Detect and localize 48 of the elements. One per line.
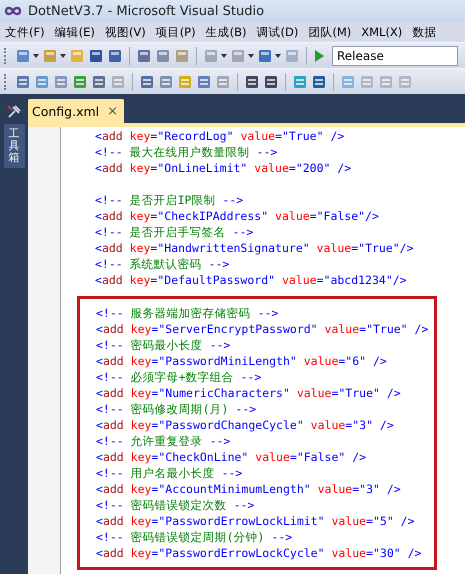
code-line: <!-- 最大在线用户数量限制 --> (95, 145, 278, 159)
document-tab[interactable]: Config.xml × (28, 99, 124, 123)
configuration-dropdown[interactable]: Release (332, 46, 458, 66)
code-line: <!-- 必须字母+数字组合 --> (96, 370, 262, 384)
dropdown-arrow-icon[interactable] (221, 54, 227, 58)
code-line: <add key="OnLineLimit" value="200" /> (95, 161, 352, 175)
dropdown-arrow-icon[interactable] (33, 54, 39, 58)
window-title: DotNetV3.7 - Microsoft Visual Studio (28, 4, 264, 18)
code-editor[interactable] (28, 123, 465, 574)
pin-icon[interactable] (6, 104, 22, 120)
code-line: <add key="HandwrittenSignature" value="True"/> (95, 241, 414, 255)
code-line: <!-- 密码错误锁定次数 --> (96, 498, 254, 512)
dropdown-arrow-icon[interactable] (60, 54, 66, 58)
menu-item[interactable]: 数据 (407, 24, 442, 40)
menu-item[interactable]: 团队(M) (303, 24, 356, 40)
code-line: <add key="NumericCharacters" value="True" /> (96, 386, 401, 400)
menu-item[interactable]: 视图(V) (100, 24, 151, 40)
menu-item[interactable]: 文件(F) (0, 24, 50, 40)
code-line: <!-- 密码最小长度 --> (96, 338, 230, 352)
code-line: <!-- 允许重复登录 --> (96, 434, 230, 448)
code-line: <!-- 密码修改周期(月) --> (96, 402, 256, 416)
toolbox-tab[interactable]: 工具箱 (4, 124, 24, 168)
menu-item[interactable]: 生成(B) (200, 24, 252, 40)
dropdown-arrow-icon[interactable] (275, 54, 281, 58)
menu-item[interactable]: XML(X) (356, 25, 408, 39)
code-line: <add key="PasswordErrowLockCycle" value="30" /> (96, 546, 422, 560)
code-line: <add key="CheckOnLine" value="False" /> (96, 450, 366, 464)
code-line: <!-- 用户名最小长度 --> (96, 466, 242, 480)
code-line: <!-- 系统默认密码 --> (95, 257, 230, 271)
close-tab-button[interactable]: × (107, 104, 118, 118)
dropdown-arrow-icon[interactable] (248, 54, 254, 58)
code-line: <add key="PasswordMiniLength" value="6" /> (96, 354, 387, 368)
code-line: <add key="CheckIPAddress" value="False"/> (95, 209, 379, 223)
code-line: <add key="PasswordChangeCycle" value="3" /> (96, 418, 394, 432)
code-line: <add key="ServerEncryptPassword" value="True" /> (96, 322, 428, 336)
menu-item[interactable]: 项目(P) (150, 24, 201, 40)
code-line: <add key="AccountMinimumLength" value="3" /> (96, 482, 401, 496)
menu-item[interactable]: 编辑(E) (50, 24, 100, 40)
code-line: <!-- 服务器端加密存储密码 --> (96, 306, 278, 320)
code-line: <!-- 是否开启IP限制 --> (95, 192, 244, 208)
code-line: <!-- 是否开启手写签名 --> (95, 225, 254, 239)
code-line: <add key="RecordLog" value="True" /> (95, 129, 344, 143)
code-line: <!-- 密码错误锁定周期(分钟) --> (96, 530, 292, 544)
code-line: <add key="DefaultPassword" value="abcd1234"/> (95, 273, 407, 287)
code-line: <add key="PasswordErrowLockLimit" value="5" /> (96, 514, 415, 528)
menu-item[interactable]: 调试(D) (251, 24, 304, 40)
play-icon[interactable] (313, 48, 325, 62)
infinity-logo-icon (4, 6, 22, 16)
